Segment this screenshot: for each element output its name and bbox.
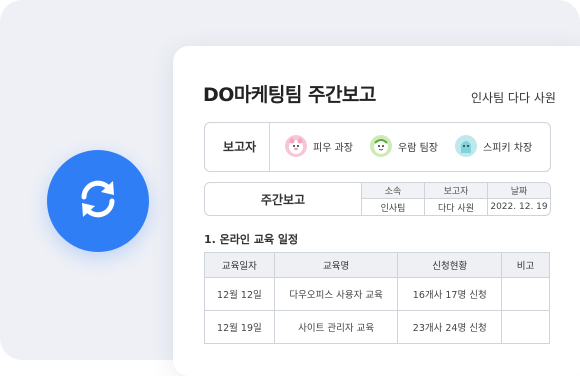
report-author: 인사팀 다다 사원 xyxy=(471,91,556,105)
column-header-status: 신청현황 xyxy=(397,252,503,278)
reporter-box: 보고자 피우 과장 우람 팀장 스피키 차장 xyxy=(204,122,551,172)
reporter-label: 보고자 xyxy=(223,140,257,154)
weekly-report-title: 주간보고 xyxy=(205,183,362,215)
avatar-icon xyxy=(370,135,392,157)
weekly-header-reporter: 보고자 xyxy=(425,183,488,199)
weekly-report-box: 주간보고 소속 보고자 날짜 인사팀 다다 사원 2022. 12. 19 xyxy=(204,182,551,216)
column-header-note: 비고 xyxy=(501,252,550,278)
cell-date: 12월 12일 xyxy=(204,277,275,311)
reporter-person[interactable]: 피우 과장 xyxy=(285,135,353,157)
reporter-name: 피우 과장 xyxy=(313,142,353,154)
weekly-header-date: 날짜 xyxy=(488,183,550,199)
weekly-report-grid: 소속 보고자 날짜 인사팀 다다 사원 2022. 12. 19 xyxy=(362,183,550,215)
section-title: 1. 온라인 교육 일정 xyxy=(204,233,299,246)
sync-icon xyxy=(72,173,124,229)
weekly-value-dept: 인사팀 xyxy=(362,199,425,215)
schedule-table: 교육일자 교육명 신청현황 비고 12월 12일 다우오피스 사용자 교육 16… xyxy=(204,252,550,344)
column-header-course: 교육명 xyxy=(273,252,399,278)
reporter-person[interactable]: 스피키 차장 xyxy=(455,135,532,157)
weekly-value-reporter: 다다 사원 xyxy=(425,199,488,215)
reporter-name: 우람 팀장 xyxy=(398,142,438,154)
cell-date: 12월 19일 xyxy=(204,310,275,344)
cell-course: 사이트 관리자 교육 xyxy=(273,310,399,344)
cell-course: 다우오피스 사용자 교육 xyxy=(273,277,399,311)
reporter-person[interactable]: 우람 팀장 xyxy=(370,135,438,157)
divider xyxy=(269,123,270,171)
cell-note xyxy=(501,277,550,311)
table-header-row: 교육일자 교육명 신청현황 비고 xyxy=(204,252,550,278)
avatar-icon xyxy=(285,135,307,157)
column-header-date: 교육일자 xyxy=(204,252,275,278)
avatar-icon xyxy=(455,135,477,157)
weekly-header-dept: 소속 xyxy=(362,183,425,199)
table-row: 12월 12일 다우오피스 사용자 교육 16개사 17명 신청 xyxy=(204,277,550,311)
weekly-value-date: 2022. 12. 19 xyxy=(490,202,548,212)
cell-status: 23개사 24명 신청 xyxy=(397,310,503,344)
reporter-name: 스피키 차장 xyxy=(483,142,533,154)
table-row: 12월 19일 사이트 관리자 교육 23개사 24명 신청 xyxy=(204,310,550,344)
cell-note xyxy=(501,310,550,344)
sync-button[interactable] xyxy=(47,150,149,252)
cell-status: 16개사 17명 신청 xyxy=(397,277,503,311)
report-title: DO마케팅팀 주간보고 xyxy=(203,84,376,106)
